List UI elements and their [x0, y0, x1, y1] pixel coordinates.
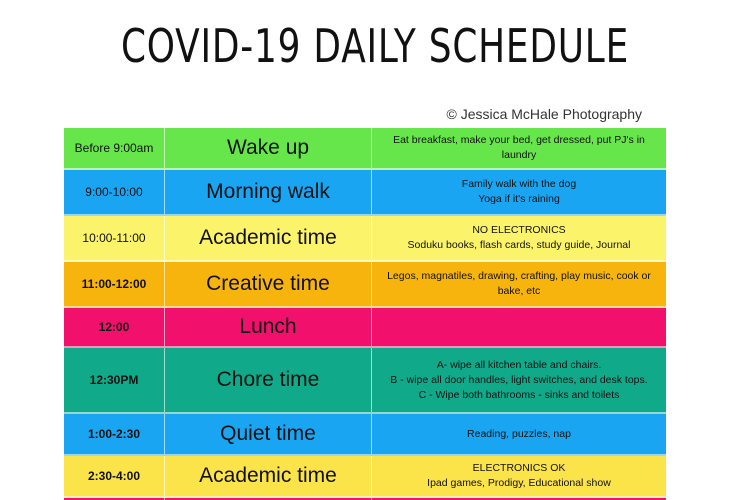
details-line: Legos, magnatiles, drawing, crafting, pl… [387, 270, 651, 282]
details-cell: NO ELECTRONICS Soduku books, flash cards… [372, 216, 666, 260]
details-line: Soduku books, flash cards, study guide, … [407, 239, 631, 251]
time-cell: 1:00-2:30 [87, 427, 141, 441]
details-line: Eat breakfast, make your bed, get dresse… [393, 134, 645, 146]
time-cell: 10:00-11:00 [82, 231, 146, 245]
schedule-row: 1:00-2:30 Quiet time Reading, puzzles, n… [64, 414, 666, 456]
details-cell: ELECTRONICS OK Ipad games, Prodigy, Educ… [372, 456, 666, 496]
activity-cell: Academic time [164, 216, 372, 260]
details-line: bake, etc [497, 285, 541, 297]
details-line: B - wipe all door handles, light switche… [390, 373, 648, 386]
time-cell: 12:00 [98, 320, 130, 334]
details-cell: A- wipe all kitchen table and chairs. B … [372, 348, 666, 412]
details-line: laundry [501, 149, 537, 161]
time-cell: 11:00-12:00 [81, 277, 147, 291]
activity-cell: Chore time [164, 348, 372, 412]
time-cell: Before 9:00am [74, 141, 154, 155]
activity-cell: Lunch [164, 308, 372, 346]
details-cell: Family walk with the dog Yoga if it's ra… [372, 170, 666, 214]
details-line: A- wipe all kitchen table and chairs. [436, 358, 602, 371]
details-line: ELECTRONICS OK [472, 462, 566, 474]
schedule-row: 10:00-11:00 Academic time NO ELECTRONICS… [64, 216, 666, 262]
details-cell: Legos, magnatiles, drawing, crafting, pl… [372, 262, 666, 306]
activity-cell: Quiet time [164, 414, 372, 454]
schedule-row: 12:30PM Chore time A- wipe all kitchen t… [64, 348, 666, 414]
details-cell: Eat breakfast, make your bed, get dresse… [372, 128, 666, 168]
details-line: Ipad games, Prodigy, Educational show [427, 477, 611, 489]
details-line: NO ELECTRONICS [472, 224, 566, 236]
activity-cell: Creative time [164, 262, 372, 306]
activity-cell: Wake up [164, 128, 372, 168]
details-line: Family walk with the dog [461, 178, 577, 190]
details-cell [372, 308, 666, 346]
details-line: C - Wipe both bathrooms - sinks and toil… [418, 388, 620, 401]
activity-cell: Morning walk [164, 170, 372, 214]
schedule-row: 12:00 Lunch [64, 308, 666, 348]
time-cell: 2:30-4:00 [87, 469, 141, 483]
photo-credit: © Jessica McHale Photography [446, 106, 642, 122]
page-title: COVID-19 DAILY SCHEDULE [120, 19, 630, 73]
schedule-row: 2:30-4:00 Academic time ELECTRONICS OK I… [64, 456, 666, 498]
schedule-row: Before 9:00am Wake up Eat breakfast, mak… [64, 128, 666, 170]
schedule-row: 9:00-10:00 Morning walk Family walk with… [64, 170, 666, 216]
details-line: Yoga if it's raining [478, 193, 560, 205]
details-cell: Reading, puzzles, nap [372, 414, 666, 454]
activity-cell: Academic time [164, 456, 372, 496]
time-cell: 9:00-10:00 [85, 185, 143, 199]
schedule-table: Before 9:00am Wake up Eat breakfast, mak… [64, 128, 666, 500]
details-line: Reading, puzzles, nap [467, 427, 571, 440]
time-cell: 12:30PM [89, 373, 139, 387]
schedule-row: 11:00-12:00 Creative time Legos, magnati… [64, 262, 666, 308]
